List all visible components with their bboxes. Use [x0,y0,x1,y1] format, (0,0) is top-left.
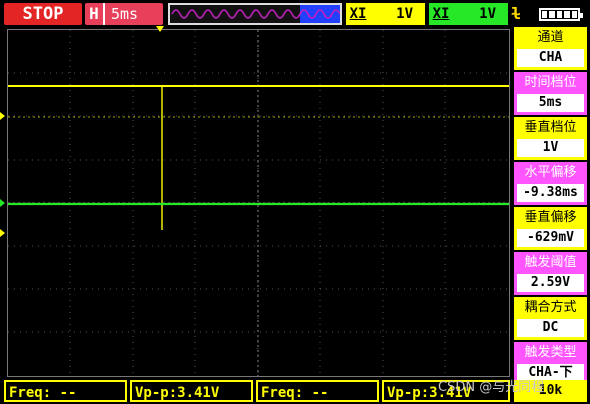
menu-timebase[interactable]: 时间档位 5ms [514,72,587,115]
menu-vertical-offset[interactable]: 垂直偏移 -629mV [514,207,587,250]
trigger-position-marker [156,26,164,32]
channel-b-frequency: Freq: -- [256,380,379,402]
channel-a-key: XI [349,6,367,22]
channel-a-frequency: Freq: -- [4,380,127,402]
menu-trigger-threshold-label: 触发阈值 [524,255,577,270]
menu-trigger-type-label: 触发类型 [524,345,577,360]
channel-a-badge[interactable]: XI 1V [346,3,425,25]
timebase-key: H [85,3,105,25]
preview-wave [171,9,340,19]
menu-coupling[interactable]: 耦合方式 DC [514,297,587,340]
menu-vertical-scale[interactable]: 垂直档位 1V [514,117,587,160]
channel-b-key: XI [432,6,450,22]
channel-b-scale: 1V [479,6,496,22]
channel-b-level-marker [0,199,5,207]
channel-a-level-marker [0,229,5,237]
timebase-indicator[interactable]: H 5ms [85,3,163,25]
channel-b-badge[interactable]: XI 1V [429,3,508,25]
menu-horizontal-offset[interactable]: 水平偏移 -9.38ms [514,162,587,205]
menu-timebase-label: 时间档位 [524,75,577,90]
menu-horizontal-offset-value: -9.38ms [517,184,584,202]
battery-icon [539,8,583,21]
timebase-value: 5ms [111,5,139,23]
waveform-grid [8,30,509,376]
trigger-edge-icon: ɫ [511,4,521,23]
trigger-level-marker [0,112,5,120]
menu-vertical-scale-value: 1V [517,139,584,157]
channel-a-vpp: Vp-p:3.41V [130,380,253,402]
menu-timebase-value: 5ms [517,94,584,112]
menu-coupling-label: 耦合方式 [524,300,577,315]
menu-channel-label: 通道 [537,30,564,45]
watermark: CSDN @与光同程 [438,380,545,395]
menu-trigger-threshold-value: 2.59V [517,274,584,292]
run-stop-button[interactable]: STOP [4,3,82,25]
menu-vertical-offset-value: -629mV [517,229,584,247]
menu-channel-value: CHA [517,49,584,67]
menu-channel[interactable]: 通道 CHA [514,27,587,70]
menu-vertical-offset-label: 垂直偏移 [524,210,577,225]
menu-horizontal-offset-label: 水平偏移 [524,165,577,180]
channel-a-scale: 1V [396,6,413,22]
waveform-display [7,29,510,377]
menu-coupling-value: DC [517,319,584,337]
waveform-preview [168,3,342,25]
menu-trigger-threshold[interactable]: 触发阈值 2.59V [514,252,587,295]
menu-vertical-scale-label: 垂直档位 [524,120,577,135]
